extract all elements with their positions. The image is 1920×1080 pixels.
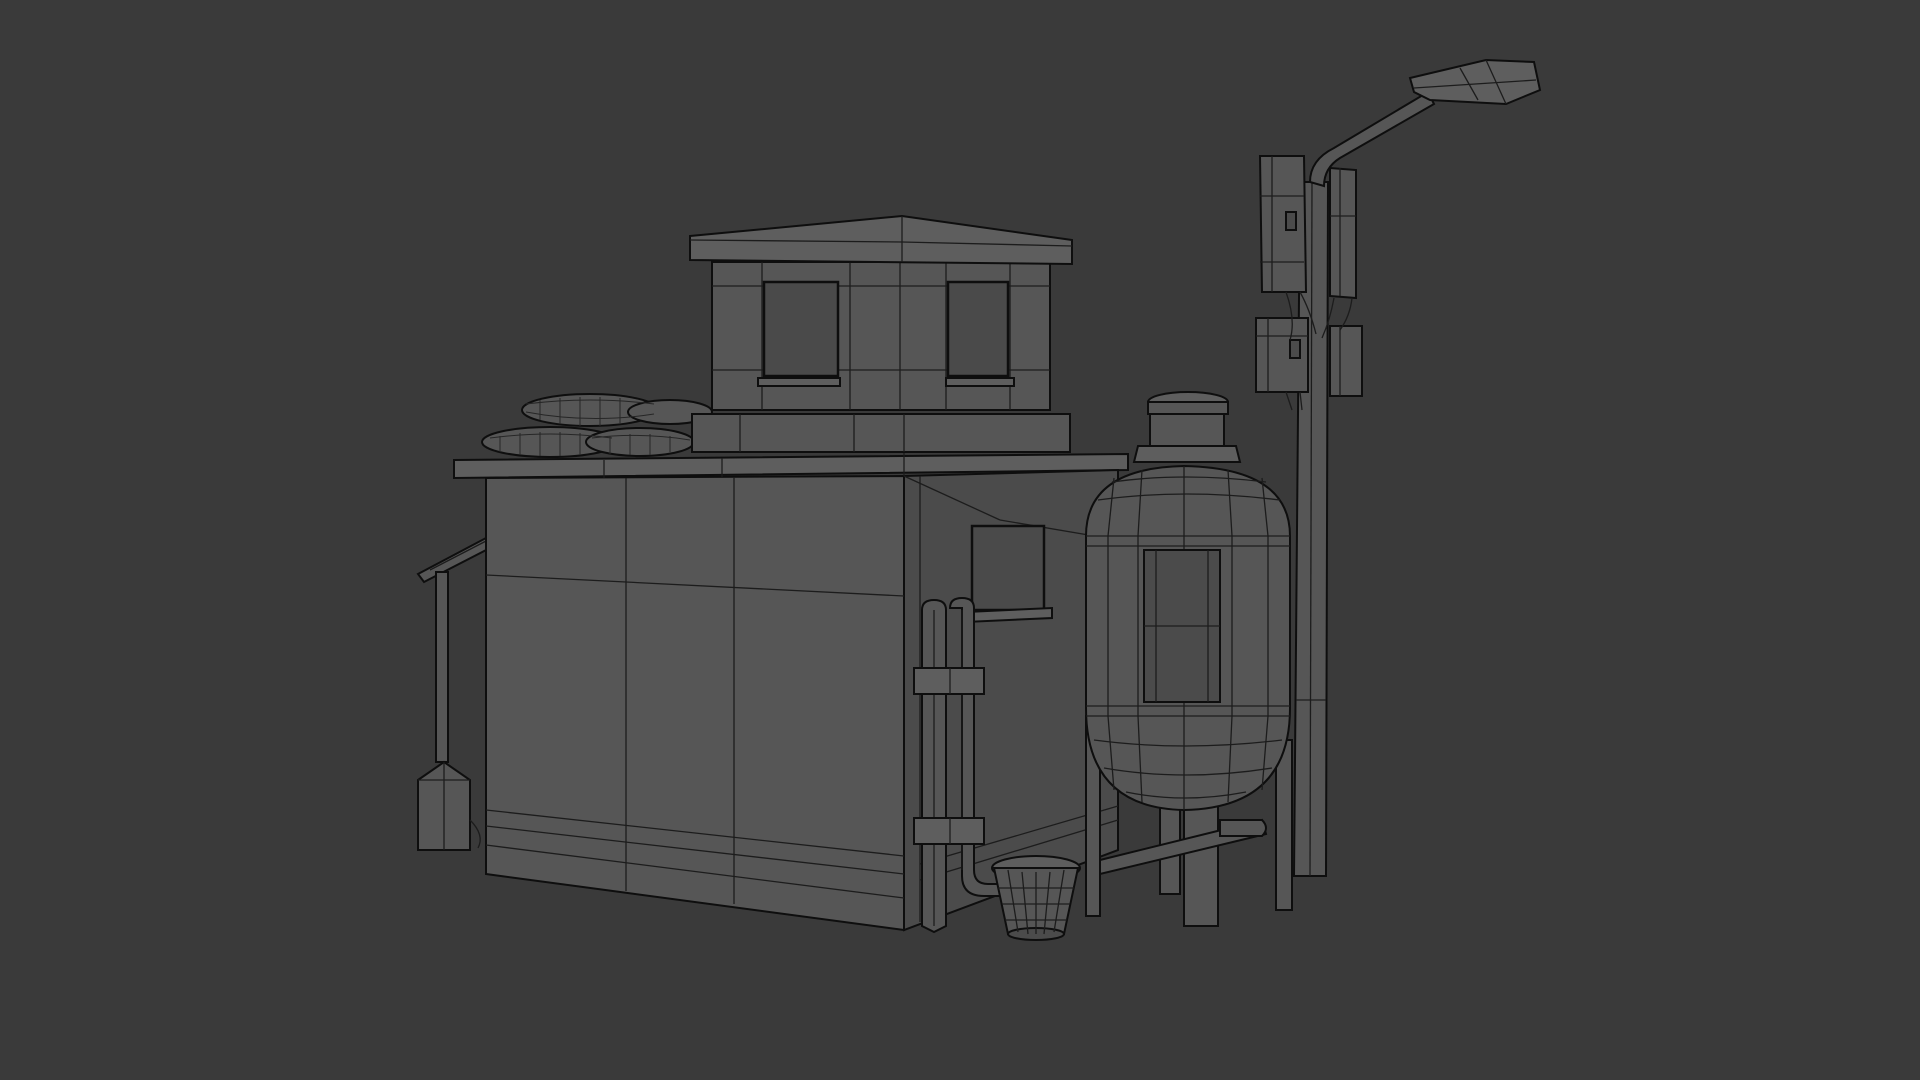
bucket	[991, 855, 1081, 941]
sandbags	[481, 393, 713, 458]
rooftop-booth	[689, 214, 1073, 453]
3d-viewport[interactable]	[0, 0, 1920, 1080]
scene-render	[416, 58, 1542, 941]
side-canopy	[416, 536, 492, 851]
